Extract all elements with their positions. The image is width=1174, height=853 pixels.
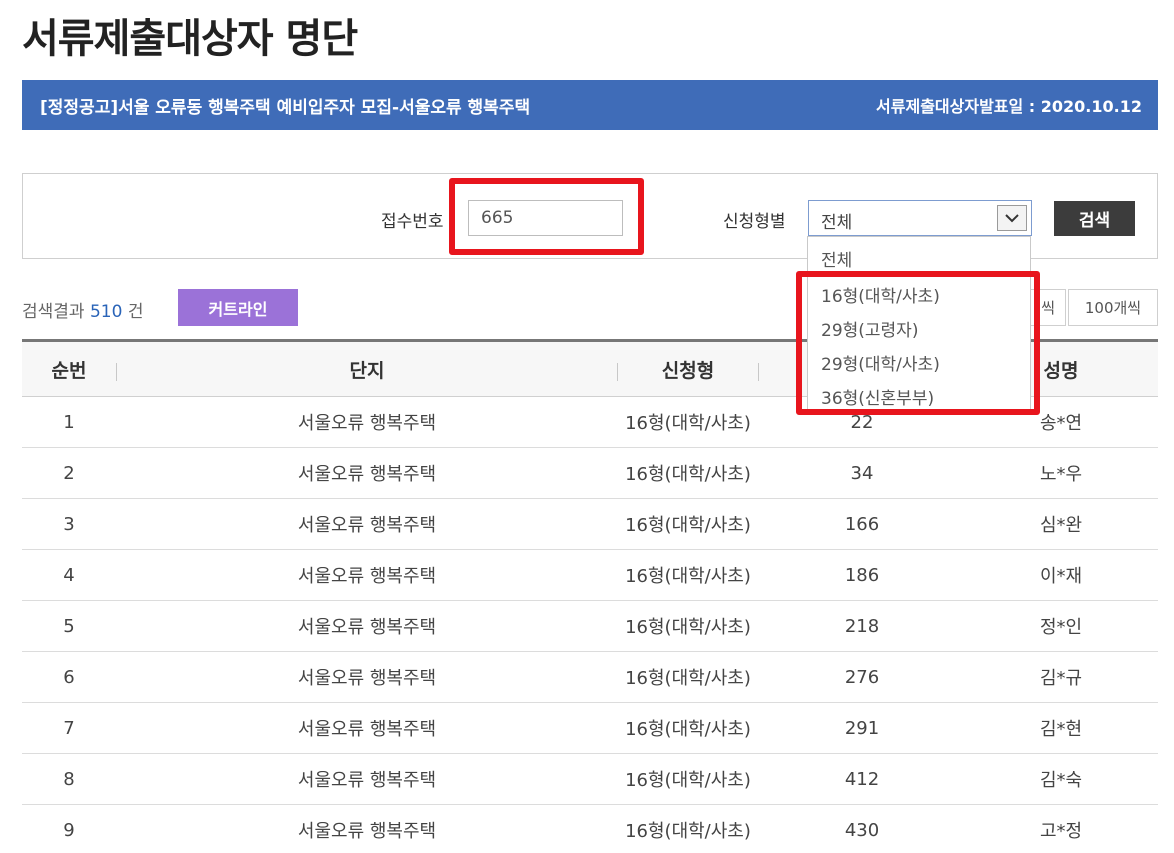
table-row: 9 서울오류 행복주택 16형(대학/사초) 430 고*정 (22, 805, 1158, 853)
row-type: 16형(대학/사초) (625, 770, 751, 791)
result-prefix: 검색결과 (22, 302, 85, 322)
dropdown-option[interactable]: 16형(대학/사초) (821, 282, 940, 307)
application-type-dropdown: 전체 16형(대학/사초) 29형(고령자) 29형(대학/사초) 36형(신혼… (807, 236, 1031, 414)
row-type: 16형(대학/사초) (625, 515, 751, 536)
table-row: 3 서울오류 행복주택 16형(대학/사초) 166 심*완 (22, 499, 1158, 550)
chevron-down-icon[interactable] (997, 205, 1027, 231)
receipt-number-input[interactable] (468, 200, 623, 236)
row-complex: 서울오류 행복주택 (297, 515, 437, 536)
row-number: 5 (63, 615, 75, 637)
row-complex: 서울오류 행복주택 (297, 770, 437, 791)
header-type: 신청형 (661, 360, 715, 382)
row-complex: 서울오류 행복주택 (297, 617, 437, 638)
row-number: 4 (63, 564, 75, 586)
row-receipt-number: 430 (844, 819, 880, 841)
table-body: 1 서울오류 행복주택 16형(대학/사초) 22 송*연 2 서울오류 행복주택 16형(대… (22, 397, 1158, 853)
row-type: 16형(대학/사초) (625, 413, 751, 434)
per-page-100-button[interactable]: 100개씩 (1068, 289, 1158, 326)
row-type: 16형(대학/사초) (625, 566, 751, 587)
row-complex: 서울오류 행복주택 (297, 413, 437, 434)
announcement-date: 서류제출대상자발표일 : 2020.10.12 (876, 97, 1142, 116)
notice-title: [정정공고]서울 오류동 행복주택 예비입주자 모집-서울오류 행복주택 (40, 97, 531, 118)
header-no: 순번 (51, 360, 87, 382)
row-receipt-number: 186 (844, 564, 880, 586)
row-type: 16형(대학/사초) (625, 668, 751, 689)
header-divider (758, 363, 759, 381)
row-complex: 서울오류 행복주택 (297, 719, 437, 740)
page-title: 서류제출대상자 명단 (22, 16, 358, 62)
row-receipt-number: 34 (850, 462, 874, 484)
row-name: 이*재 (1039, 566, 1083, 587)
results-table: 순번 단지 신청형 성명 1 서울오류 행복주택 16형(대학/사초) 22 송*연 2 서… (22, 339, 1158, 853)
row-name: 김*현 (1039, 719, 1083, 740)
table-row: 2 서울오류 행복주택 16형(대학/사초) 34 노*우 (22, 448, 1158, 499)
table-row: 5 서울오류 행복주택 16형(대학/사초) 218 정*인 (22, 601, 1158, 652)
row-number: 8 (63, 768, 75, 790)
receipt-number-label: 접수번호 (381, 212, 444, 232)
row-name: 정*인 (1039, 617, 1083, 638)
row-complex: 서울오류 행복주택 (297, 464, 437, 485)
row-name: 고*정 (1039, 821, 1083, 842)
result-count: 검색결과 510 건 (22, 297, 143, 322)
dropdown-option[interactable]: 36형(신혼부부) (821, 384, 934, 409)
result-suffix: 건 (127, 302, 144, 322)
row-complex: 서울오류 행복주택 (297, 566, 437, 587)
cutline-button[interactable]: 커트라인 (178, 289, 298, 326)
row-type: 16형(대학/사초) (625, 821, 751, 842)
row-receipt-number: 291 (844, 717, 880, 739)
table-row: 4 서울오류 행복주택 16형(대학/사초) 186 이*재 (22, 550, 1158, 601)
row-type: 16형(대학/사초) (625, 719, 751, 740)
selected-type: 전체 (821, 213, 853, 233)
application-type-select[interactable]: 전체 (808, 200, 1032, 236)
row-receipt-number: 412 (844, 768, 880, 790)
search-button[interactable]: 검색 (1054, 201, 1135, 236)
row-type: 16형(대학/사초) (625, 464, 751, 485)
row-type: 16형(대학/사초) (625, 617, 751, 638)
dropdown-option[interactable]: 29형(고령자) (821, 316, 918, 341)
dropdown-option[interactable]: 전체 (821, 246, 852, 271)
row-name: 노*우 (1039, 464, 1083, 485)
row-complex: 서울오류 행복주택 (297, 821, 437, 842)
row-number: 1 (63, 411, 75, 433)
application-type-label: 신청형별 (723, 212, 786, 232)
row-name: 김*규 (1039, 668, 1083, 689)
row-name: 심*완 (1039, 515, 1083, 536)
row-complex: 서울오류 행복주택 (297, 668, 437, 689)
dropdown-option[interactable]: 29형(대학/사초) (821, 350, 940, 375)
row-number: 2 (63, 462, 75, 484)
row-number: 7 (63, 717, 75, 739)
table-row: 7 서울오류 행복주택 16형(대학/사초) 291 김*현 (22, 703, 1158, 754)
row-number: 3 (63, 513, 75, 535)
table-row: 8 서울오류 행복주택 16형(대학/사초) 412 김*숙 (22, 754, 1158, 805)
row-receipt-number: 276 (844, 666, 880, 688)
row-name: 김*숙 (1039, 770, 1083, 791)
notice-banner: [정정공고]서울 오류동 행복주택 예비입주자 모집-서울오류 행복주택 서류제… (22, 80, 1158, 130)
row-receipt-number: 166 (844, 513, 880, 535)
header-complex: 단지 (349, 360, 385, 382)
row-number: 6 (63, 666, 75, 688)
result-number: 510 (89, 302, 123, 322)
table-row: 6 서울오류 행복주택 16형(대학/사초) 276 김*규 (22, 652, 1158, 703)
row-number: 9 (63, 819, 75, 841)
row-receipt-number: 218 (844, 615, 880, 637)
